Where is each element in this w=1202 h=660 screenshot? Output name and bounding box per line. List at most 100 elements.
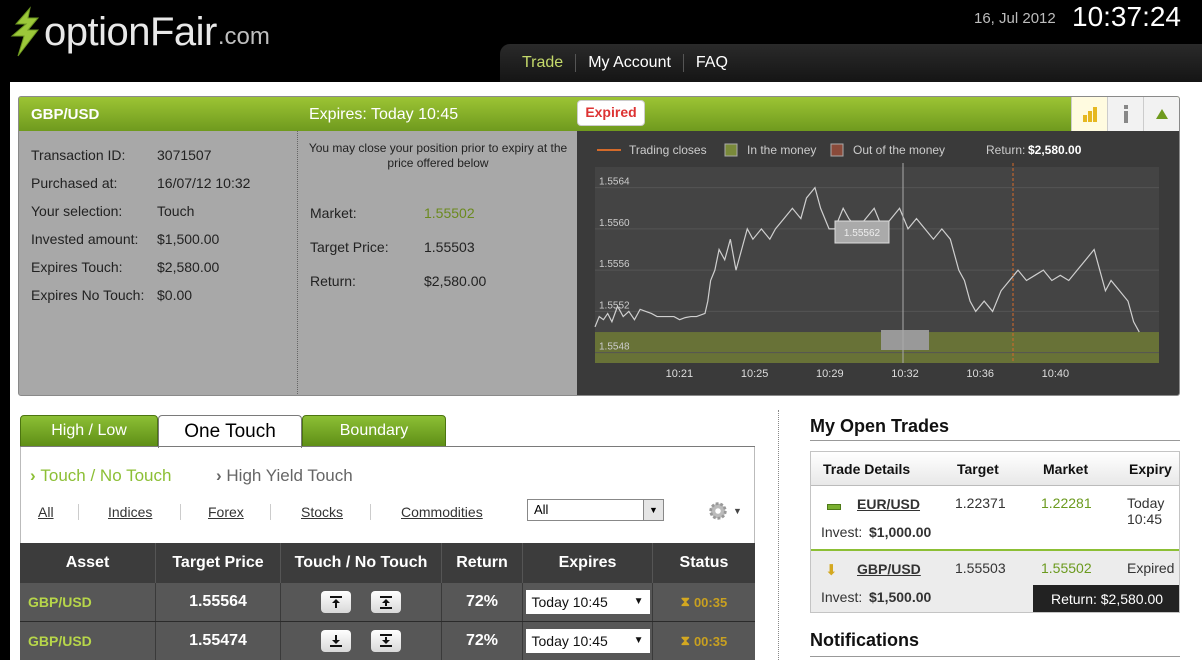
option-type-tabs: High / Low One Touch Boundary: [20, 415, 446, 448]
detail-row: Invested amount: $1,500.00: [31, 231, 220, 247]
y-tick-label: 1.5560: [599, 218, 630, 229]
row-asset[interactable]: GBP/USD: [20, 583, 156, 621]
optionfair-logo[interactable]: optionFair .com: [8, 4, 270, 60]
in-the-money-band: [595, 332, 1159, 363]
row-target: 1.55564: [156, 583, 281, 621]
trade-pair: GBP/USD: [31, 106, 100, 123]
gear-icon: [709, 502, 727, 520]
col-market: Market: [1043, 461, 1089, 477]
close-position-section: You may close your position prior to exp…: [297, 131, 577, 395]
app-root: optionFair .com 16, Jul 2012 10:37:24 Tr…: [0, 0, 1202, 660]
logo-text: optionFair: [44, 9, 217, 54]
tab-high-low[interactable]: High / Low: [20, 415, 158, 447]
expiry-select[interactable]: Today 10:45 ▼: [525, 590, 650, 614]
logo-suffix: .com: [217, 23, 270, 50]
nav-trade[interactable]: Trade: [510, 54, 577, 72]
trade-target: 1.22371: [955, 495, 1006, 511]
tab-boundary[interactable]: Boundary: [302, 415, 446, 447]
nav-faq[interactable]: FAQ: [684, 54, 740, 72]
legend-in-the-money: In the money: [747, 143, 816, 157]
col-return: Return: [442, 543, 523, 583]
filter-forex[interactable]: Forex: [208, 504, 244, 520]
target-row: Target Price: 1.55503: [310, 239, 475, 255]
legend-out-of-the-money: Out of the money: [853, 143, 945, 157]
col-status: Status: [679, 554, 729, 571]
x-tick-label: 10:25: [741, 368, 769, 380]
collapse-button[interactable]: [1143, 97, 1179, 131]
no-touch-up-icon: [380, 596, 392, 609]
chevron-down-icon: ▼: [733, 506, 742, 516]
asset-select-value: All: [534, 502, 549, 517]
col-target-price: Target Price: [156, 543, 281, 583]
touch-button[interactable]: [321, 591, 351, 613]
header-clock: 10:37:24: [1072, 1, 1181, 32]
x-tick-label: 10:21: [666, 368, 694, 380]
detail-row: Your selection: Touch: [31, 203, 195, 219]
row-return: 72%: [442, 583, 523, 621]
subtab-touch-no-touch[interactable]: › Touch / No Touch: [30, 466, 171, 486]
row-return: 72%: [442, 622, 523, 660]
row-touch-buttons: [281, 622, 442, 660]
header-date: 16, Jul 2012: [974, 10, 1056, 27]
no-touch-down-icon: [380, 634, 392, 647]
invest-value: $1,500.00: [869, 589, 932, 605]
x-tick-label: 10:32: [891, 368, 919, 380]
chart-view-button[interactable]: [1071, 97, 1107, 131]
tab-one-touch[interactable]: One Touch: [158, 415, 302, 448]
row-expires: Today 10:45 ▼: [523, 583, 653, 621]
y-tick-label: 1.5564: [599, 177, 630, 188]
hourglass-icon: ⧗: [680, 633, 690, 648]
row-asset[interactable]: GBP/USD: [20, 622, 156, 660]
filter-indices[interactable]: Indices: [108, 504, 152, 520]
open-trades-header: Trade Details Target Market Expiry: [811, 452, 1179, 486]
trade-pair-link[interactable]: GBP/USD: [857, 561, 921, 577]
row-status: ⧗ 00:35: [680, 594, 728, 610]
market-value: 1.55502: [424, 205, 475, 221]
settings-menu-button[interactable]: ▼: [706, 500, 746, 522]
target-value: 1.55503: [424, 239, 475, 255]
no-touch-button[interactable]: [371, 591, 401, 613]
filter-separator: [370, 504, 371, 520]
filter-stocks[interactable]: Stocks: [301, 504, 343, 520]
col-expiry: Expiry: [1129, 461, 1172, 477]
filter-all[interactable]: All: [38, 504, 54, 520]
touch-button[interactable]: [321, 630, 351, 652]
expired-badge: Expired: [577, 100, 645, 126]
y-tick-label: 1.5548: [599, 342, 630, 353]
invest-value: $1,000.00: [869, 524, 932, 540]
trade-expires: Expires: Today 10:45: [309, 106, 459, 123]
invest-label: Invest:: [821, 589, 863, 605]
chart-return-value: $2,580.00: [1028, 143, 1082, 157]
info-icon: [1123, 105, 1128, 123]
table-row: GBP/USD 1.55564 72% Today 10:45 ▼ ⧗ 00:35: [20, 583, 755, 622]
filter-commodities[interactable]: Commodities: [401, 504, 483, 520]
price-chart: 1.5564 1.5560 1.5556 1.5552 1.5548 10:21 10:25…: [577, 131, 1179, 395]
open-trades-table: Trade Details Target Market Expiry EUR/U…: [810, 451, 1180, 613]
nav-my-account[interactable]: My Account: [576, 54, 684, 72]
chevron-right-icon: ›: [216, 466, 227, 485]
touch-down-icon: [330, 635, 342, 647]
col-touch-no-touch: Touch / No Touch: [281, 543, 442, 583]
open-trades-underline: [810, 440, 1180, 441]
row-status: ⧗ 00:35: [680, 633, 728, 649]
x-tick-label: 10:36: [966, 368, 994, 380]
trade-pair-link[interactable]: EUR/USD: [857, 496, 920, 512]
invest-label: Invest:: [821, 524, 863, 540]
subtab-high-yield-touch[interactable]: › High Yield Touch: [216, 466, 353, 486]
col-asset: Asset: [20, 543, 156, 583]
x-tick-highlight: [881, 330, 929, 350]
no-touch-button[interactable]: [371, 630, 401, 652]
trade-expiry: Today 10:45: [1127, 495, 1165, 527]
dropdown-arrow-icon: ▼: [633, 596, 644, 607]
expiry-select[interactable]: Today 10:45 ▼: [525, 629, 650, 653]
x-tick-label: 10:29: [816, 368, 844, 380]
info-button[interactable]: [1107, 97, 1143, 131]
trade-market: 1.22281: [1041, 495, 1092, 511]
filter-separator: [78, 504, 79, 520]
row-expires: Today 10:45 ▼: [523, 622, 653, 660]
col-expires: Expires: [523, 543, 653, 583]
dropdown-arrow-icon: ▼: [633, 635, 644, 646]
asset-select[interactable]: All ▼: [527, 499, 664, 521]
filter-separator: [270, 504, 271, 520]
trade-detail-panel: GBP/USD Expires: Today 10:45 Expired Tra…: [18, 96, 1180, 396]
